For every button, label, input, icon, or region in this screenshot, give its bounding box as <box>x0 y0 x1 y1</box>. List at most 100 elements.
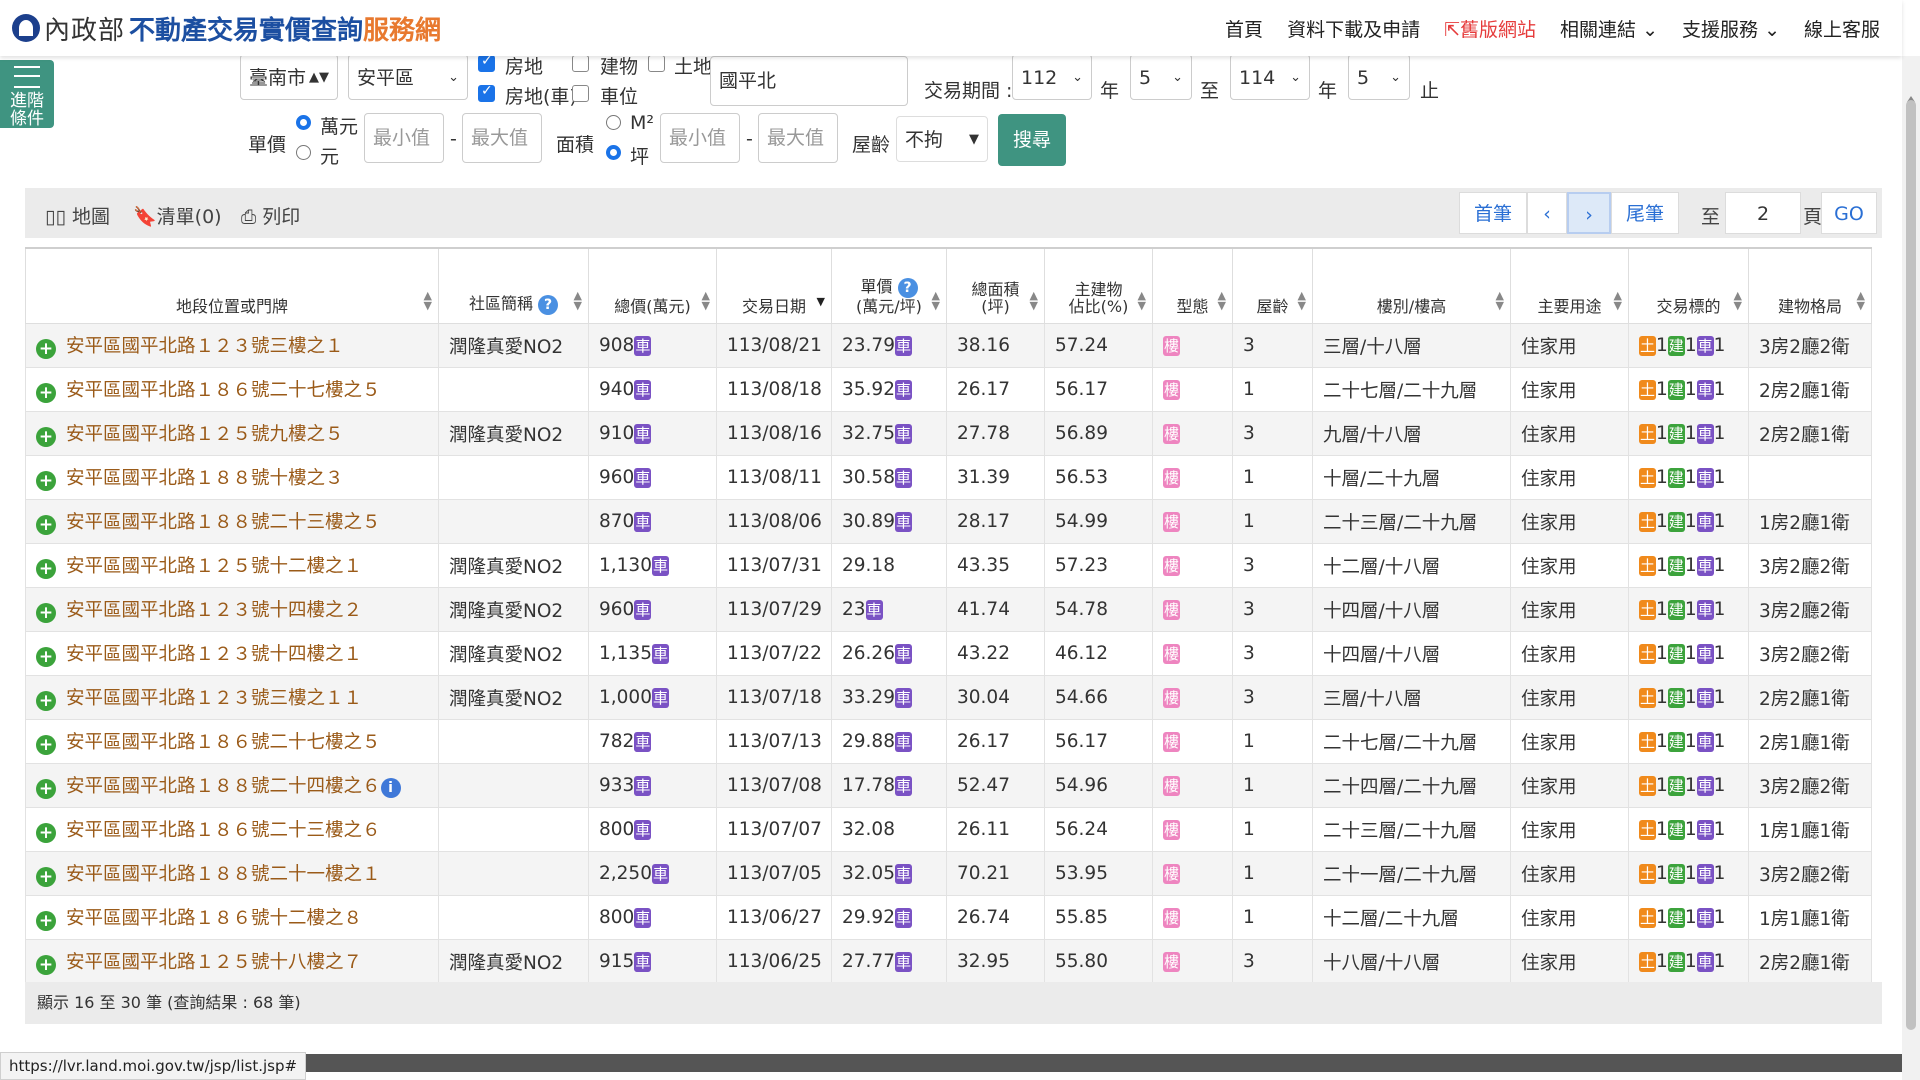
radio-unit-wan[interactable] <box>296 115 311 130</box>
cell-address[interactable]: + 安平區國平北路１２３號三樓之１１ <box>25 675 439 720</box>
table-row[interactable]: + 安平區國平北路１８６號二十七樓之５ 940車 113/08/18 35.92車 26.… <box>25 367 1872 412</box>
area-max-input[interactable]: 最大值 <box>758 113 838 163</box>
district-select[interactable]: 安平區 ⌄ <box>348 54 468 100</box>
scrollbar-thumb[interactable] <box>1906 100 1916 1030</box>
table-row[interactable]: + 安平區國平北路１８６號二十三樓之６ 800車 113/07/07 32.08 26.1… <box>25 807 1872 852</box>
col-address[interactable]: 地段位置或門牌 ▲ ▼ <box>25 247 439 324</box>
cell-address[interactable]: + 安平區國平北路１８８號二十三樓之５ <box>25 499 439 544</box>
cell-address[interactable]: + 安平區國平北路１８６號二十七樓之５ <box>25 719 439 764</box>
expand-plus-icon[interactable]: + <box>36 471 56 491</box>
col-total-area[interactable]: 總面積 (坪) ▲ ▼ <box>946 247 1045 324</box>
expand-plus-icon[interactable]: + <box>36 559 56 579</box>
col-age[interactable]: 屋齡 ▲ ▼ <box>1232 247 1313 324</box>
address-link[interactable]: 安平區國平北路１２３號十四樓之１ <box>66 644 362 665</box>
pager-last[interactable]: 尾筆 <box>1611 192 1679 234</box>
expand-plus-icon[interactable]: + <box>36 647 56 667</box>
cell-address[interactable]: + 安平區國平北路１８８號二十一樓之１ <box>25 851 439 896</box>
cell-address[interactable]: + 安平區國平北路１２５號十八樓之７ <box>25 939 439 984</box>
address-link[interactable]: 安平區國平北路１８８號十樓之３ <box>66 468 344 489</box>
address-link[interactable]: 安平區國平北路１８８號二十三樓之５ <box>66 512 381 533</box>
checkbox-house-land-car[interactable] <box>478 83 495 102</box>
address-link[interactable]: 安平區國平北路１８６號二十七樓之５ <box>66 380 381 401</box>
expand-plus-icon[interactable]: + <box>36 867 56 887</box>
table-row[interactable]: + 安平區國平北路１８８號二十三樓之５ 870車 113/08/06 30.89車 28.… <box>25 499 1872 544</box>
help-icon[interactable]: ? <box>897 278 918 298</box>
address-link[interactable]: 安平區國平北路１２３號十四樓之２ <box>66 600 362 621</box>
col-date[interactable]: 交易日期 ▼ <box>716 247 832 324</box>
address-link[interactable]: 安平區國平北路１８８號二十一樓之１ <box>66 864 381 885</box>
checkbox-parking[interactable] <box>572 85 589 102</box>
table-row[interactable]: + 安平區國平北路１８８號十樓之３ 960車 113/08/11 30.58車 31.39… <box>25 455 1872 500</box>
advanced-conditions-button[interactable]: 進階 條件 <box>0 60 54 128</box>
info-icon[interactable]: i <box>380 778 401 798</box>
expand-plus-icon[interactable]: + <box>36 603 56 623</box>
area-min-input[interactable]: 最小值 <box>660 113 740 163</box>
from-year-select[interactable]: 112 ⌄ <box>1012 54 1092 100</box>
expand-plus-icon[interactable]: + <box>36 427 56 447</box>
col-layout[interactable]: 建物格局 ▲ ▼ <box>1748 247 1872 324</box>
col-type[interactable]: 型態 ▲ ▼ <box>1152 247 1233 324</box>
expand-plus-icon[interactable]: + <box>36 735 56 755</box>
radio-area-m2[interactable] <box>606 115 621 130</box>
checkbox-land[interactable] <box>648 55 665 72</box>
address-link[interactable]: 安平區國平北路１２５號十二樓之１ <box>66 556 362 577</box>
table-row[interactable]: + 安平區國平北路１２５號九樓之５ 潤隆真愛NO2 910車 113/08/16 32.7… <box>25 411 1872 456</box>
col-usage[interactable]: 主要用途 ▲ ▼ <box>1510 247 1629 324</box>
radio-unit-yuan[interactable] <box>296 145 311 160</box>
expand-plus-icon[interactable]: + <box>36 911 56 931</box>
cell-address[interactable]: + 安平區國平北路１８６號十二樓之８ <box>25 895 439 940</box>
pager-prev[interactable]: ‹ <box>1527 192 1567 234</box>
price-min-input[interactable]: 最小值 <box>364 113 444 163</box>
cell-address[interactable]: + 安平區國平北路１８８號二十四樓之６ i <box>25 763 439 808</box>
cell-address[interactable]: + 安平區國平北路１２５號十二樓之１ <box>25 543 439 588</box>
col-floor[interactable]: 樓別/樓高 ▲ ▼ <box>1312 247 1511 324</box>
expand-plus-icon[interactable]: + <box>36 955 56 975</box>
table-row[interactable]: + 安平區國平北路１２５號十八樓之７ 潤隆真愛NO2 915車 113/06/25 27.… <box>25 939 1872 984</box>
expand-plus-icon[interactable]: + <box>36 691 56 711</box>
city-select[interactable]: 臺南市 ▲▼ <box>240 54 338 100</box>
price-max-input[interactable]: 最大值 <box>462 113 542 163</box>
col-main-ratio[interactable]: 主建物 佔比(%) ▲ ▼ <box>1044 247 1153 324</box>
table-row[interactable]: + 安平區國平北路１２３號三樓之１１ 潤隆真愛NO2 1,000車 113/07/18 3… <box>25 675 1872 720</box>
to-month-select[interactable]: 5 ⌄ <box>1348 54 1410 100</box>
cell-address[interactable]: + 安平區國平北路１２３號十四樓之１ <box>25 631 439 676</box>
search-button[interactable]: 搜尋 <box>998 114 1066 166</box>
cell-address[interactable]: + 安平區國平北路１２５號九樓之５ <box>25 411 439 456</box>
page-scrollbar[interactable] <box>1902 56 1920 1080</box>
address-link[interactable]: 安平區國平北路１８８號二十四樓之６ <box>66 776 381 797</box>
nav-links[interactable]: 相關連結 ⌄ <box>1560 15 1658 42</box>
print-button[interactable]: ⎙ 列印 <box>241 202 300 229</box>
map-button[interactable]: ▯▯ 地圖 <box>45 202 110 229</box>
col-community[interactable]: 社區簡稱 ? ▲ ▼ <box>438 247 589 324</box>
address-link[interactable]: 安平區國平北路１２５號十八樓之７ <box>66 952 362 973</box>
checkbox-building[interactable] <box>572 55 589 72</box>
goto-page-input[interactable]: 2 <box>1725 192 1801 234</box>
cell-address[interactable]: + 安平區國平北路１８８號十樓之３ <box>25 455 439 500</box>
site-logo[interactable]: 內政部 不動產交易實價查詢 服務網 <box>12 8 441 48</box>
cell-address[interactable]: + 安平區國平北路１８６號二十三樓之６ <box>25 807 439 852</box>
address-link[interactable]: 安平區國平北路１２３號三樓之１１ <box>66 688 362 709</box>
table-row[interactable]: + 安平區國平北路１８６號二十七樓之５ 782車 113/07/13 29.88車 26.… <box>25 719 1872 764</box>
keyword-input[interactable]: 國平北 <box>710 56 908 106</box>
nav-support[interactable]: 支援服務 ⌄ <box>1682 15 1780 42</box>
table-row[interactable]: + 安平區國平北路１２５號十二樓之１ 潤隆真愛NO2 1,130車 113/07/31 2… <box>25 543 1872 588</box>
nav-download[interactable]: 資料下載及申請 <box>1287 15 1420 42</box>
table-row[interactable]: + 安平區國平北路１８６號十二樓之８ 800車 113/06/27 29.92車 26.7… <box>25 895 1872 940</box>
pager-first[interactable]: 首筆 <box>1459 192 1527 234</box>
nav-home[interactable]: 首頁 <box>1225 15 1263 42</box>
pager-next[interactable]: › <box>1567 192 1611 234</box>
table-row[interactable]: + 安平區國平北路１８８號二十四樓之６ i 933車 113/07/08 17.78車 52… <box>25 763 1872 808</box>
table-row[interactable]: + 安平區國平北路１２３號十四樓之２ 潤隆真愛NO2 960車 113/07/29 23車… <box>25 587 1872 632</box>
address-link[interactable]: 安平區國平北路１８６號十二樓之８ <box>66 908 362 929</box>
col-target[interactable]: 交易標的 ▲ ▼ <box>1628 247 1749 324</box>
col-unit-price[interactable]: 單價 ? (萬元/坪) ▲ ▼ <box>831 247 947 324</box>
expand-plus-icon[interactable]: + <box>36 383 56 403</box>
age-dropdown[interactable]: 不拘 ▼ <box>896 116 988 162</box>
address-link[interactable]: 安平區國平北路１２５號九樓之５ <box>66 424 344 445</box>
address-link[interactable]: 安平區國平北路１８６號二十三樓之６ <box>66 820 381 841</box>
expand-plus-icon[interactable]: + <box>36 823 56 843</box>
checkbox-house-land[interactable] <box>478 53 495 72</box>
table-row[interactable]: + 安平區國平北路１２３號三樓之１ 潤隆真愛NO2 908車 113/08/21 23.7… <box>25 323 1872 368</box>
address-link[interactable]: 安平區國平北路１２３號三樓之１ <box>66 336 344 357</box>
col-total-price[interactable]: 總價(萬元) ▲ ▼ <box>588 247 717 324</box>
